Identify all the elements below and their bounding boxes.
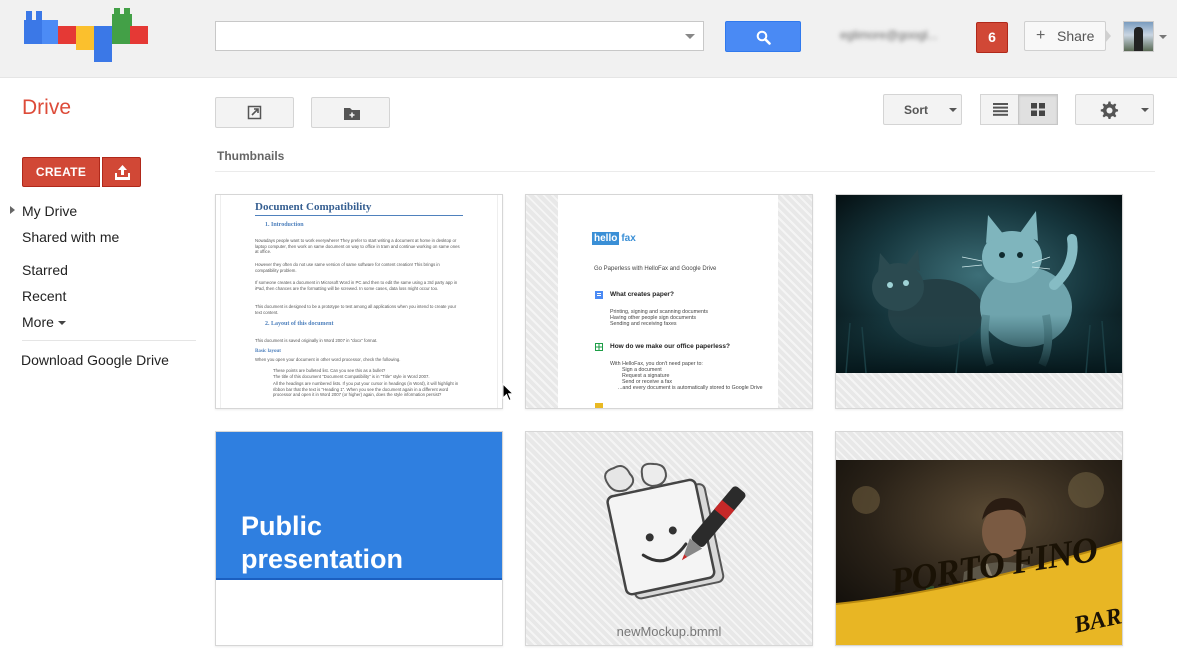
doc-subtitle: Go Paperless with HelloFax and Google Dr…	[594, 266, 717, 272]
doc-heading: Basic layout	[255, 349, 281, 354]
sidebar-item-shared-with-me[interactable]: Shared with me	[22, 229, 119, 245]
doc-line: ...and every document is automatically s…	[618, 385, 763, 391]
settings-button[interactable]	[1075, 94, 1154, 125]
doc-icon	[595, 291, 603, 299]
hellofax-logo: hello fax	[592, 232, 636, 245]
search-input[interactable]	[222, 23, 681, 51]
slide-divider	[216, 578, 502, 580]
settings-caret-icon	[1141, 108, 1149, 112]
expand-arrow-icon[interactable]	[10, 206, 15, 214]
mouse-cursor-icon	[502, 383, 514, 402]
account-caret-icon[interactable]	[1159, 35, 1167, 39]
file-thumbnail-image[interactable]: PORTO FINO BAR	[835, 431, 1123, 646]
grid-view-button[interactable]	[1018, 94, 1058, 125]
doc-heading: How do we make our office paperless?	[610, 343, 730, 350]
doc-bullet: All the headings are numbered lists. If …	[273, 381, 459, 398]
search-options-caret-icon[interactable]	[685, 34, 695, 39]
file-thumbnail-mockup[interactable]: newMockup.bmml	[525, 431, 813, 646]
section-divider	[215, 171, 1155, 172]
doc-paragraph: This document is saved originally in Wor…	[255, 338, 378, 343]
share-label: Share	[1057, 28, 1095, 44]
slide-title: Public presentation	[241, 511, 404, 574]
app-title[interactable]: Drive	[22, 96, 71, 120]
sidebar-divider	[22, 340, 196, 341]
file-thumbnail-hellofax[interactable]: hello fax Go Paperless with HelloFax and …	[525, 194, 813, 409]
search-box[interactable]	[215, 21, 704, 51]
search-button[interactable]	[725, 21, 801, 52]
doc-paragraph: If someone creates a document in Microso…	[255, 280, 458, 291]
notifications-badge[interactable]: 6	[976, 22, 1008, 53]
doc-paragraph: When you open your document in other wor…	[255, 357, 401, 362]
sort-button[interactable]: Sort	[883, 94, 962, 125]
new-folder-icon	[344, 108, 360, 120]
balsamiq-mockup-icon	[604, 462, 746, 600]
google-logo[interactable]	[24, 8, 148, 62]
doc-heading: What creates paper?	[610, 291, 674, 298]
upload-icon	[115, 165, 130, 180]
share-arrow-icon	[1105, 29, 1111, 43]
share-button[interactable]: + Share	[1024, 21, 1106, 51]
doc-line: Sending and receiving faxes	[610, 321, 677, 327]
document-preview: Document Compatibility 1. Introduction N…	[220, 195, 498, 408]
grid-view-icon	[1031, 103, 1045, 116]
account-email[interactable]: eglimore@googl...	[840, 28, 938, 42]
sort-caret-icon	[949, 108, 957, 112]
kitten-photo	[836, 195, 1122, 373]
list-view-button[interactable]	[980, 94, 1019, 125]
list-view-icon	[993, 103, 1008, 116]
file-thumbnail-presentation[interactable]: Public presentation	[215, 431, 503, 646]
sidebar-item-more[interactable]: More	[22, 314, 66, 330]
search-icon	[756, 30, 771, 45]
sidebar-item-my-drive[interactable]: My Drive	[22, 203, 77, 219]
document-preview: hello fax Go Paperless with HelloFax and …	[558, 195, 778, 408]
file-thumbnail-image[interactable]	[835, 194, 1123, 409]
sheet-icon	[595, 343, 603, 351]
file-name: newMockup.bmml	[616, 624, 722, 639]
avatar[interactable]	[1123, 21, 1154, 52]
doc-paragraph: However they often do not use same versi…	[255, 262, 440, 273]
open-in-new-window-button[interactable]	[215, 97, 294, 128]
sort-label: Sort	[904, 103, 928, 117]
sidebar-item-recent[interactable]: Recent	[22, 288, 66, 304]
create-button[interactable]: CREATE	[22, 157, 100, 187]
doc-heading: 1. Introduction	[265, 222, 304, 228]
doc-bullet: The title of this document "Document Com…	[273, 374, 430, 379]
download-drive-link[interactable]: Download Google Drive	[21, 352, 169, 368]
sidebar-item-more-label: More	[22, 314, 54, 330]
new-folder-button[interactable]	[311, 97, 390, 128]
doc-paragraph: Nowadays people want to work everywhere!…	[255, 238, 460, 255]
plus-icon: +	[1036, 27, 1046, 44]
doc-paragraph: This document is designed to be a protot…	[255, 304, 457, 315]
sidebar-item-starred[interactable]: Starred	[22, 262, 68, 278]
upload-button[interactable]	[102, 157, 141, 187]
chevron-down-icon	[57, 321, 66, 326]
open-external-icon	[247, 105, 262, 120]
file-thumbnail-document[interactable]: Document Compatibility 1. Introduction N…	[215, 194, 503, 409]
gear-icon	[1100, 101, 1119, 120]
doc-heading: 2. Layout of this document	[265, 321, 334, 327]
section-heading: Thumbnails	[217, 149, 285, 163]
doc-bullet: These points are bulleted list. Can you …	[273, 368, 386, 373]
doc-title: Document Compatibility	[255, 201, 463, 216]
